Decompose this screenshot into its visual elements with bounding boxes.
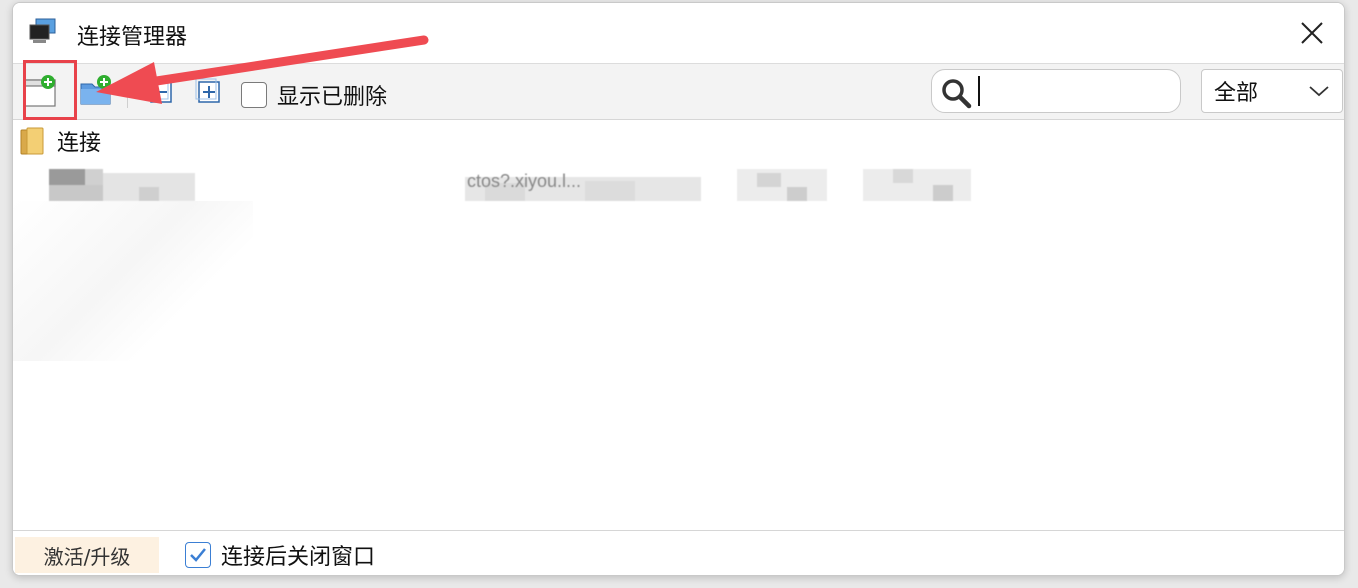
checkbox-box-checked[interactable] — [185, 542, 211, 568]
search-icon — [942, 79, 972, 109]
connection-user-redacted — [863, 169, 971, 201]
close-after-connect-label: 连接后关闭窗口 — [221, 545, 376, 570]
show-deleted-label: 显示已删除 — [277, 85, 388, 110]
connection-port-redacted — [737, 169, 827, 201]
window-title: 连接管理器 — [77, 25, 188, 50]
new-folder-button[interactable] — [79, 74, 113, 108]
filter-select[interactable]: 全部 — [1201, 69, 1343, 113]
annotation-highlight-box — [23, 60, 77, 120]
new-folder-icon — [80, 75, 111, 105]
close-after-connect-checkbox[interactable]: 连接后关闭窗口 — [185, 539, 375, 571]
chevron-down-icon — [1309, 86, 1329, 97]
background-artifact — [13, 201, 253, 361]
connection-row[interactable]: ctos?.xiyou.l... — [13, 165, 1344, 205]
connection-tree: 连接 ctos?.xiyou.l... — [13, 121, 1344, 531]
tree-folder-connections[interactable]: 连接 — [19, 125, 101, 157]
monitor-icon — [29, 18, 56, 43]
collapse-all-icon — [147, 78, 172, 103]
close-icon — [1301, 22, 1323, 44]
collapse-all-button[interactable] — [143, 74, 177, 108]
checkbox-box[interactable] — [241, 82, 267, 108]
close-button[interactable] — [1292, 13, 1332, 53]
checkmark-icon — [190, 548, 206, 562]
show-deleted-checkbox[interactable]: 显示已删除 — [241, 79, 387, 111]
connection-manager-window: 连接管理器 显示已删除 全部 连接 ctos?.xiyou.l... 激活/升级… — [12, 2, 1345, 576]
search-box[interactable] — [931, 69, 1181, 113]
activate-upgrade-button[interactable]: 激活/升级 — [15, 537, 159, 573]
folder-icon — [20, 127, 44, 155]
expand-all-button[interactable] — [191, 74, 225, 108]
toolbar: 显示已删除 全部 — [13, 63, 1344, 120]
toolbar-separator — [127, 76, 128, 108]
search-input[interactable] — [978, 76, 1168, 106]
tree-folder-label: 连接 — [57, 131, 102, 156]
status-bar: 激活/升级 连接后关闭窗口 — [13, 530, 1344, 575]
connection-host-text: ctos?.xiyou.l... — [467, 171, 581, 191]
connection-host: ctos?.xiyou.l... — [465, 169, 701, 201]
connection-name-redacted — [49, 169, 195, 201]
filter-select-value: 全部 — [1214, 81, 1259, 106]
title-bar: 连接管理器 — [13, 3, 1344, 63]
expand-all-icon — [195, 78, 220, 103]
